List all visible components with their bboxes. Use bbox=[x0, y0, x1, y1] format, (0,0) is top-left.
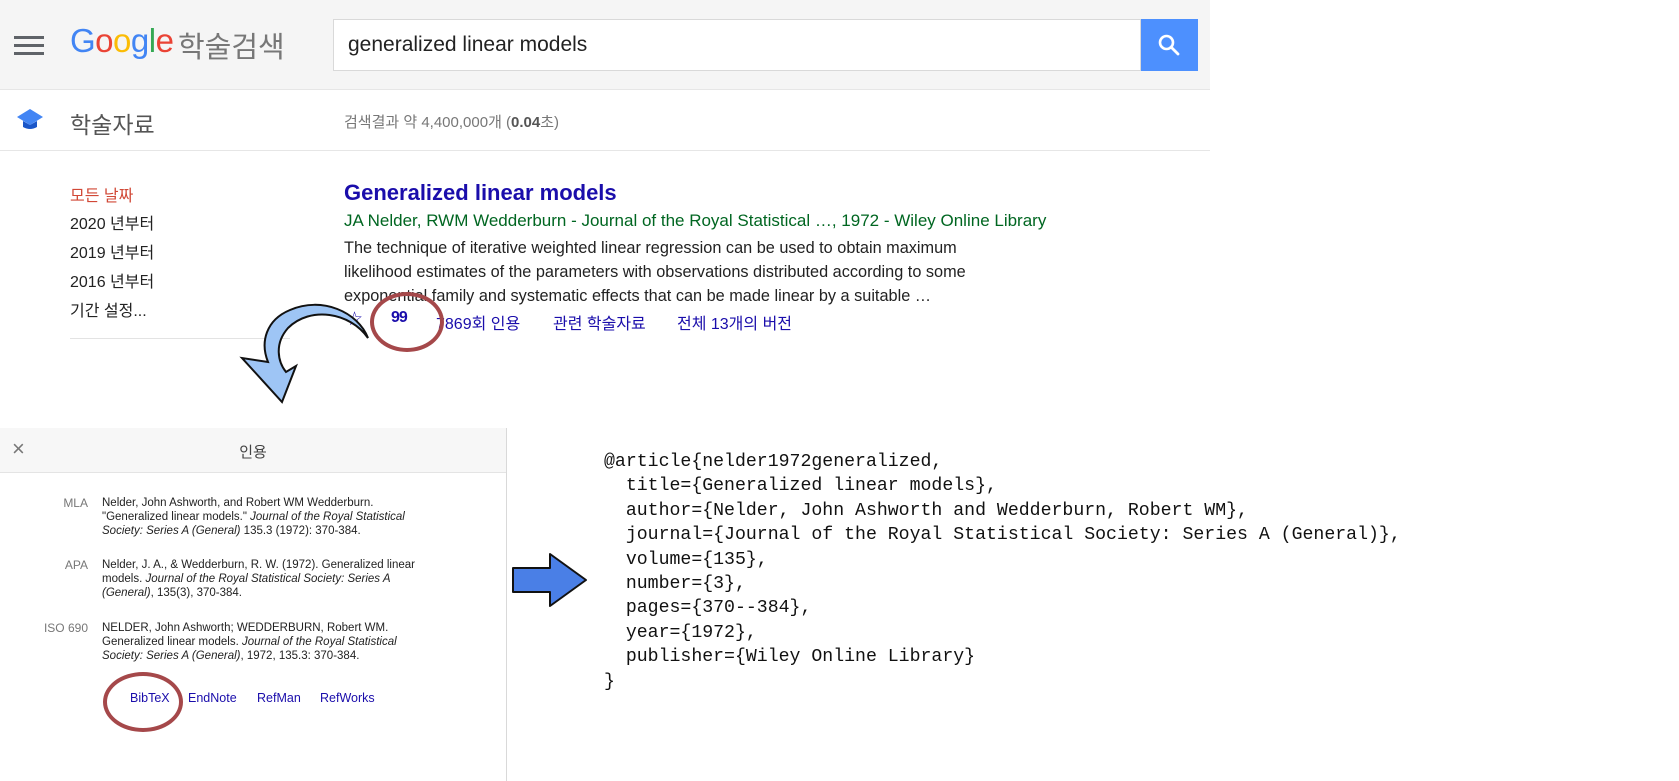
section-label: 학술자료 bbox=[70, 112, 155, 138]
highlight-circle bbox=[103, 672, 183, 732]
export-refman-link[interactable]: RefMan bbox=[257, 691, 301, 705]
export-refworks-link[interactable]: RefWorks bbox=[320, 691, 375, 705]
search-button[interactable] bbox=[1141, 19, 1198, 71]
result-snippet: The technique of iterative weighted line… bbox=[344, 239, 966, 305]
scholar-logo-text: 학술검색 bbox=[178, 32, 285, 64]
dialog-title: 인용 bbox=[239, 444, 267, 461]
cite-style-mla: MLA bbox=[63, 496, 88, 510]
date-filter-any[interactable]: 모든 날짜 bbox=[70, 182, 133, 206]
divider bbox=[0, 150, 1210, 151]
export-endnote-link[interactable]: EndNote bbox=[188, 691, 237, 705]
result-authors: JA Nelder, RWM Wedderburn - Journal of t… bbox=[344, 211, 1047, 230]
cite-dialog: × 인용 MLA Nelder, John Ashworth, and Robe… bbox=[0, 428, 507, 781]
right-arrow-icon bbox=[512, 553, 587, 607]
date-filter-2020[interactable]: 2020 년부터 bbox=[70, 210, 154, 234]
result-stats: 검색결과 약 4,400,000개 (0.04초) bbox=[344, 114, 560, 131]
google-logo[interactable]: Google bbox=[70, 22, 174, 60]
cited-by-link[interactable]: 7869회 인용 bbox=[436, 310, 520, 334]
date-filter-2016[interactable]: 2016 년부터 bbox=[70, 268, 154, 292]
all-versions-link[interactable]: 전체 13개의 버전 bbox=[677, 310, 792, 334]
curved-arrow-icon bbox=[239, 303, 369, 404]
result-title-link[interactable]: Generalized linear models bbox=[344, 180, 617, 206]
related-articles-link[interactable]: 관련 학술자료 bbox=[553, 310, 646, 334]
citation-apa[interactable]: Nelder, J. A., & Wedderburn, R. W. (1972… bbox=[102, 559, 462, 600]
search-box bbox=[333, 19, 1141, 71]
highlight-circle bbox=[370, 292, 444, 352]
cite-style-iso690: ISO 690 bbox=[43, 621, 88, 635]
date-filter-2019[interactable]: 2019 년부터 bbox=[70, 239, 154, 263]
citation-iso690[interactable]: NELDER, John Ashworth; WEDDERBURN, Rober… bbox=[102, 622, 462, 663]
search-input[interactable] bbox=[346, 32, 1130, 58]
cite-style-apa: APA bbox=[64, 558, 88, 572]
date-filter-custom[interactable]: 기간 설정... bbox=[70, 297, 147, 321]
search-icon bbox=[1158, 34, 1180, 56]
citation-mla[interactable]: Nelder, John Ashworth, and Robert WM Wed… bbox=[102, 497, 462, 538]
menu-icon[interactable] bbox=[14, 36, 44, 56]
bibtex-output: @article{nelder1972generalized, title={G… bbox=[604, 452, 1401, 692]
graduation-cap-icon bbox=[17, 109, 43, 129]
